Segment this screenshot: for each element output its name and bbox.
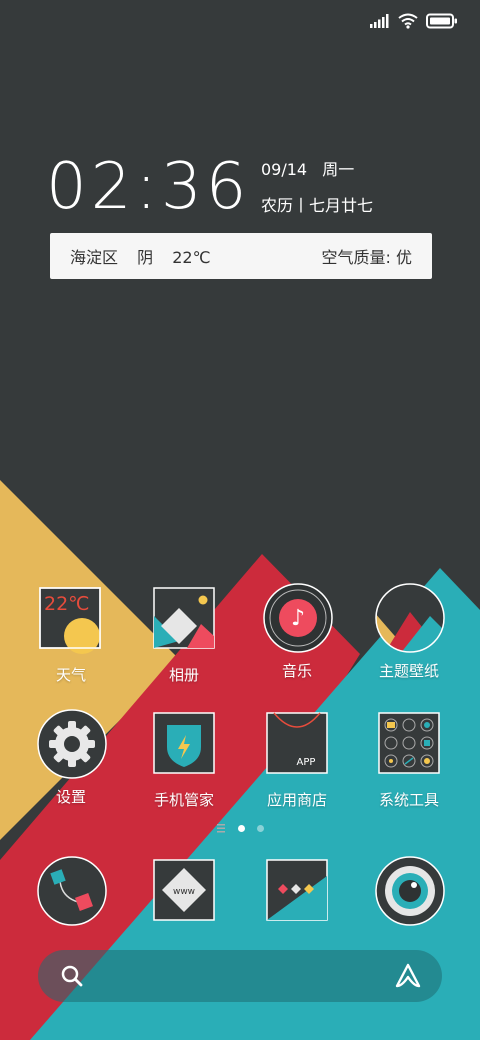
svg-text:APP: APP bbox=[297, 757, 316, 768]
dock-phone[interactable] bbox=[16, 855, 126, 926]
clock-time[interactable]: 02:36 bbox=[46, 150, 250, 224]
phone-icon bbox=[36, 855, 107, 926]
svg-text:♪: ♪ bbox=[291, 606, 305, 631]
assistant-icon[interactable] bbox=[394, 962, 422, 990]
weather-icon: 22℃ bbox=[36, 586, 106, 656]
music-icon: ♪ bbox=[262, 582, 333, 653]
air-quality: 空气质量: 优 bbox=[321, 248, 412, 267]
search-bar[interactable] bbox=[38, 950, 442, 1002]
weekday: 周一 bbox=[322, 160, 355, 179]
dock-messages[interactable] bbox=[242, 858, 352, 928]
app-system-tools[interactable]: 系统工具 bbox=[354, 711, 464, 810]
settings-gear-icon bbox=[36, 708, 107, 779]
temperature: 22℃ bbox=[172, 248, 211, 267]
app-settings[interactable]: 设置 bbox=[16, 708, 126, 807]
date-row: 09/14 周一 bbox=[261, 156, 354, 180]
app-store[interactable]: APP 应用商店 bbox=[242, 711, 352, 810]
messages-icon bbox=[262, 858, 332, 928]
dock-camera[interactable] bbox=[354, 855, 464, 926]
date: 09/14 bbox=[261, 160, 308, 179]
gallery-icon bbox=[149, 586, 219, 656]
page-indicator[interactable] bbox=[216, 823, 264, 833]
dock-browser[interactable]: www bbox=[129, 858, 239, 928]
app-label: 主题壁纸 bbox=[378, 662, 439, 680]
wifi-icon bbox=[398, 13, 418, 29]
app-label: 设置 bbox=[55, 788, 86, 806]
app-theme-wallpaper[interactable]: 主题壁纸 bbox=[354, 582, 464, 681]
weather-condition: 阴 bbox=[137, 248, 154, 267]
browser-icon: www bbox=[149, 858, 219, 928]
app-security[interactable]: 手机管家 bbox=[129, 711, 239, 810]
weather-icon-temp: 22℃ bbox=[44, 593, 90, 615]
svg-text:www: www bbox=[173, 887, 195, 897]
status-bar bbox=[370, 10, 458, 32]
app-music[interactable]: ♪ 音乐 bbox=[242, 582, 352, 681]
lunar-date: 农历丨七月廿七 bbox=[261, 196, 374, 215]
app-label: 天气 bbox=[55, 666, 86, 684]
security-shield-icon bbox=[149, 711, 219, 781]
system-tools-icon bbox=[374, 711, 444, 781]
search-icon[interactable] bbox=[60, 964, 84, 988]
theme-wallpaper-icon bbox=[374, 582, 445, 653]
app-label: 应用商店 bbox=[266, 791, 327, 809]
menu-lines-icon bbox=[217, 824, 225, 833]
app-label: 系统工具 bbox=[378, 791, 439, 809]
weather-info: 海淀区 阴 22℃ bbox=[70, 244, 225, 268]
app-gallery[interactable]: 相册 bbox=[129, 586, 239, 685]
app-label: 手机管家 bbox=[153, 791, 214, 809]
district: 海淀区 bbox=[70, 248, 119, 267]
weather-bar[interactable]: 海淀区 阴 22℃ 空气质量: 优 bbox=[50, 233, 432, 279]
page-dot bbox=[257, 824, 264, 832]
camera-icon bbox=[374, 855, 445, 926]
signal-icon bbox=[370, 14, 389, 28]
app-label: 音乐 bbox=[281, 662, 312, 680]
app-weather[interactable]: 22℃ 天气 bbox=[16, 586, 126, 685]
battery-icon bbox=[426, 13, 457, 29]
app-store-icon: APP bbox=[262, 711, 332, 781]
app-label: 相册 bbox=[168, 666, 199, 684]
page-dot-active bbox=[238, 824, 245, 832]
